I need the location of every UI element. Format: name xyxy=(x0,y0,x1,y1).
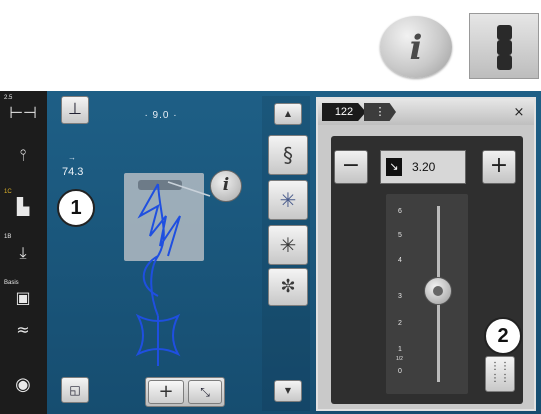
window-toggle-button[interactable]: ◱ xyxy=(61,377,89,403)
presser-foot-label: 1C xyxy=(4,189,12,195)
submenu-tab[interactable]: ⋮ xyxy=(364,103,396,121)
stitch-length-icon: ↘ xyxy=(386,158,402,176)
pattern-option-4[interactable]: ✼ xyxy=(268,268,308,306)
pattern-option-2[interactable]: ✳ xyxy=(268,180,308,220)
scroll-down-button[interactable]: ▼ xyxy=(274,380,302,402)
stitch-width-number: 9.0 xyxy=(152,110,170,121)
stitch-width-readout: 2.5 xyxy=(4,95,13,101)
callout-1: 1 xyxy=(57,189,95,227)
menu-dot xyxy=(497,40,512,55)
presser-foot-icon[interactable]: ▙ xyxy=(3,197,43,216)
scale-label: 3 xyxy=(398,293,402,300)
thread-tension-icon[interactable]: ≈ xyxy=(3,320,43,339)
close-icon[interactable]: × xyxy=(512,106,526,120)
length-value: 3.20 xyxy=(412,160,436,174)
settings-dial-icon[interactable]: ◉ xyxy=(3,374,43,395)
increase-button[interactable]: + xyxy=(482,150,516,184)
pattern-option-1[interactable]: § xyxy=(268,135,308,175)
feed-dog-icon[interactable]: ⤓ xyxy=(3,243,43,263)
needle-icon[interactable]: ⫯ xyxy=(3,145,43,165)
length-arrow-icon: → xyxy=(68,153,76,162)
stitch-plate-icon[interactable]: ▣ xyxy=(3,288,43,307)
info-button[interactable]: i xyxy=(380,16,452,78)
scale-label: 2 xyxy=(398,320,402,327)
scale-label: 5 xyxy=(398,232,402,239)
needle-position-button[interactable]: ⊥ xyxy=(61,96,89,124)
scale-label: 0 xyxy=(398,368,402,375)
foot-indicator-label: 1B xyxy=(4,234,12,240)
pattern-option-3[interactable]: ✳ xyxy=(268,225,308,265)
scale-label: 4 xyxy=(398,257,402,264)
expand-button[interactable]: ⤡ xyxy=(188,380,222,404)
decrease-button[interactable]: − xyxy=(334,150,368,184)
stitch-plate-label: Basis xyxy=(4,280,19,286)
menu-dot xyxy=(497,55,512,70)
stitch-width-value: · 9.0 · xyxy=(144,110,178,121)
zoom-in-button[interactable]: + xyxy=(148,380,184,404)
presser-foot-pressure-icon[interactable]: ⊢⊣ xyxy=(3,103,43,122)
stitch-info-button[interactable]: i xyxy=(210,170,242,202)
slider-knob-center xyxy=(433,286,443,296)
stitch-pattern xyxy=(135,181,211,366)
scale-label: 1/2 xyxy=(396,356,403,362)
pattern-length-button[interactable]: ⋮⋮ ⋮⋮ xyxy=(485,356,515,392)
stitch-length-value: 74.3 xyxy=(62,166,84,178)
info-icon: i xyxy=(409,28,423,68)
stitch-number-tab[interactable]: 122 xyxy=(322,103,366,121)
menu-button[interactable] xyxy=(469,13,539,79)
scale-label: 1 xyxy=(398,346,402,353)
plus-icon: + xyxy=(158,381,174,402)
slider-knob[interactable] xyxy=(424,277,452,305)
callout-2: 2 xyxy=(484,317,522,355)
menu-dot xyxy=(497,25,512,40)
scroll-up-button[interactable]: ▲ xyxy=(274,103,302,125)
scale-label: 6 xyxy=(398,208,402,215)
